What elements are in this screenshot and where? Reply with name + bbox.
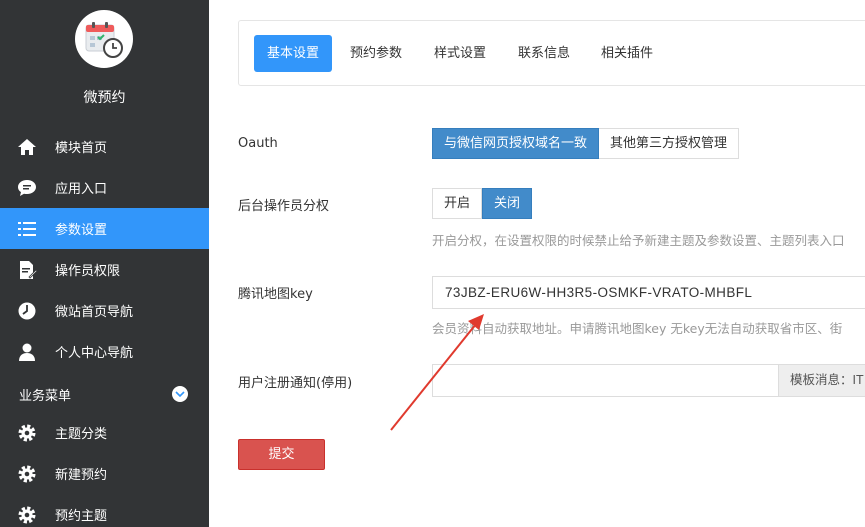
user-icon [17, 342, 37, 362]
gear-icon [17, 423, 37, 443]
oauth-label: Oauth [238, 136, 278, 151]
sidebar-item-booking-topics[interactable]: 预约主题 [0, 494, 209, 527]
tab-basic-settings[interactable]: 基本设置 [254, 35, 333, 72]
oauth-option-third-party[interactable]: 其他第三方授权管理 [599, 128, 740, 159]
gear-icon [17, 505, 37, 525]
template-message-addon: 模板消息：IT [778, 364, 865, 397]
chat-bubble-icon [17, 178, 37, 198]
sidebar-item-label: 主题分类 [55, 427, 108, 442]
submit-button[interactable]: 提交 [238, 439, 325, 470]
map-key-help: 会员资料自动获取地址。申请腾讯地图key 无key无法自动获取省市区、街 [432, 321, 843, 336]
operator-permission-off[interactable]: 关闭 [482, 188, 533, 219]
app-logo [75, 10, 133, 68]
sidebar-item-label: 参数设置 [55, 223, 108, 238]
sidebar-item-label: 预约主题 [55, 509, 108, 524]
sidebar-item-operator-permissions[interactable]: 操作员权限 [0, 249, 209, 290]
operator-permission-toggle: 开启 关闭 [432, 188, 533, 219]
calendar-clock-icon [85, 22, 123, 58]
sidebar-item-new-booking[interactable]: 新建预约 [0, 453, 209, 494]
sidebar-item-module-home[interactable]: 模块首页 [0, 126, 209, 167]
map-key-label: 腾讯地图key [238, 287, 313, 302]
annotation-arrow-icon [390, 314, 484, 431]
clock-icon [17, 301, 37, 321]
sidebar-item-label: 操作员权限 [55, 264, 121, 279]
tab-booking-params[interactable]: 预约参数 [337, 35, 415, 72]
operator-permission-help: 开启分权，在设置权限的时候禁止给予新建主题及参数设置、主题列表入口 [432, 233, 845, 248]
tab-related-plugins[interactable]: 相关插件 [588, 35, 666, 72]
operator-permission-on[interactable]: 开启 [432, 188, 483, 219]
tab-style-settings[interactable]: 样式设置 [421, 35, 499, 72]
list-icon [17, 219, 37, 239]
settings-tabs: 基本设置 预约参数 样式设置 联系信息 相关插件 [238, 20, 865, 86]
section-title-label: 业务菜单 [19, 388, 72, 404]
register-notify-label: 用户注册通知(停用) [238, 376, 353, 391]
sidebar-item-app-entry[interactable]: 应用入口 [0, 167, 209, 208]
document-edit-icon [17, 260, 37, 280]
sidebar-item-topic-category[interactable]: 主题分类 [0, 412, 209, 453]
oauth-option-same-domain[interactable]: 与微信网页授权域名一致 [432, 128, 600, 159]
sidebar-item-label: 模块首页 [55, 141, 108, 156]
sidebar-item-label: 新建预约 [55, 468, 108, 483]
sidebar-item-label: 应用入口 [55, 182, 108, 197]
sidebar-item-label: 微站首页导航 [55, 305, 134, 320]
map-key-input[interactable]: 73JBZ-ERU6W-HH3R5-OSMKF-VRATO-MHBFL [432, 276, 865, 309]
app-name: 微预约 [83, 90, 126, 106]
operator-permission-label: 后台操作员分权 [238, 199, 330, 214]
sidebar-section-business-menu[interactable]: 业务菜单 [0, 380, 209, 408]
sidebar: 微预约 模块首页 应用入口 参数设置 操作员权限 微站首页导航 个人中心导航 业… [0, 0, 209, 527]
sidebar-item-site-home-nav[interactable]: 微站首页导航 [0, 290, 209, 331]
sidebar-item-param-settings[interactable]: 参数设置 [0, 208, 209, 249]
sidebar-item-user-center-nav[interactable]: 个人中心导航 [0, 331, 209, 372]
gear-icon [17, 464, 37, 484]
home-icon [17, 137, 37, 157]
tab-contact-info[interactable]: 联系信息 [505, 35, 583, 72]
sidebar-item-label: 个人中心导航 [55, 346, 134, 361]
chevron-down-icon[interactable] [172, 386, 188, 402]
oauth-option-group: 与微信网页授权域名一致 其他第三方授权管理 [432, 128, 740, 159]
